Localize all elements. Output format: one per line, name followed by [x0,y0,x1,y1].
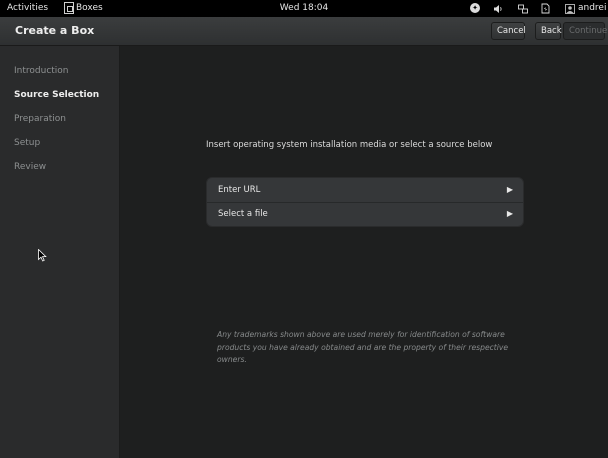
step-source-selection: Source Selection [14,90,100,100]
cancel-button[interactable]: Cancel [491,22,526,40]
power-icon[interactable] [541,0,550,17]
instruction-text: Insert operating system installation med… [206,140,493,150]
source-list: Enter URL ▶ Select a file ▶ [206,177,524,227]
mouse-cursor-icon [38,248,47,265]
volume-icon[interactable] [493,0,503,17]
accessibility-icon[interactable]: ✦ [470,3,480,13]
user-icon[interactable] [565,0,575,17]
source-label: Select a file [218,209,268,219]
dialog-title: Create a Box [15,24,95,37]
arrow-right-icon: ▶ [506,209,513,218]
back-button[interactable]: Back [535,22,562,40]
enter-url-item[interactable]: Enter URL ▶ [207,178,523,203]
select-file-item[interactable]: Select a file ▶ [207,202,523,226]
header-bar: Create a Box Cancel Back Continue [0,17,608,46]
network-icon[interactable] [518,0,528,17]
source-label: Enter URL [218,185,261,195]
step-preparation: Preparation [14,114,66,124]
top-bar: Activities Boxes Wed 18:04 ✦ andrei [0,0,608,17]
continue-button[interactable]: Continue [563,22,607,40]
trademark-notice: Any trademarks shown above are used mere… [217,330,509,365]
arrow-right-icon: ▶ [506,185,513,194]
step-introduction: Introduction [14,66,69,76]
clock[interactable]: Wed 18:04 [0,0,608,17]
wizard-steps-sidebar: Introduction Source Selection Preparatio… [0,46,120,458]
main-content: Insert operating system installation med… [120,46,608,458]
step-setup: Setup [14,138,41,148]
user-name[interactable]: andrei [578,0,606,17]
step-review: Review [14,162,47,172]
